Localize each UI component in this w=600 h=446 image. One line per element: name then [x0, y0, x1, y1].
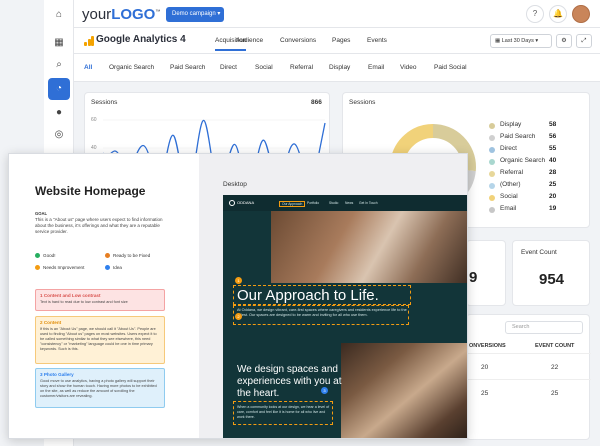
- ga-toolbar: Google Analytics 4 Acquisition Audience …: [74, 28, 600, 54]
- channel-referral[interactable]: Referral: [290, 64, 313, 71]
- channel-paid-social[interactable]: Paid Social: [434, 64, 467, 71]
- col-header[interactable]: ONVERSIONS: [469, 343, 506, 349]
- legend-dot: [489, 135, 495, 141]
- tab-events[interactable]: Events: [367, 37, 387, 44]
- legend-dot: [489, 195, 495, 201]
- annotation-pin[interactable]: 3: [321, 387, 328, 394]
- channel-organic-search[interactable]: Organic Search: [109, 64, 154, 71]
- legend-dot: [489, 171, 495, 177]
- channel-paid-search[interactable]: Paid Search: [170, 64, 205, 71]
- search-icon[interactable]: ⌕: [52, 58, 66, 72]
- tab-audience[interactable]: Audience: [236, 37, 263, 44]
- annotation-pin[interactable]: 2: [235, 313, 242, 320]
- legend-item[interactable]: Email 19: [489, 205, 569, 215]
- channel-social[interactable]: Social: [255, 64, 273, 71]
- note-photo-gallery[interactable]: 3 Photo Gallery Good move to use analyti…: [35, 368, 165, 408]
- tab-pages[interactable]: Pages: [332, 37, 350, 44]
- key-improve: Needs Improvement: [35, 265, 84, 270]
- hero-photo: [271, 211, 467, 283]
- donut-legend: Display 58 Paid Search 56 Direct 55 Organic…: [489, 121, 579, 221]
- sub-text: When a community looks at our design, we…: [237, 405, 330, 419]
- site-nav-item[interactable]: Get In Touch: [359, 201, 378, 205]
- key-idea: Idea: [105, 265, 122, 270]
- legend-item[interactable]: Organic Search 40: [489, 157, 569, 167]
- chat-icon[interactable]: ●: [52, 106, 66, 120]
- sub-heading: We design spaces and experiences with yo…: [237, 364, 342, 399]
- channel-filter-bar: All Organic Search Paid Search Direct So…: [74, 54, 600, 82]
- top-header: yourLOGO™ Demo campaign ▾ ? 🔔: [74, 0, 600, 28]
- campaign-dropdown[interactable]: Demo campaign ▾: [166, 7, 224, 22]
- legend-item[interactable]: Paid Search 56: [489, 133, 569, 143]
- key-good: Good!: [35, 253, 56, 258]
- table-cell: 20: [481, 364, 489, 371]
- kpi-card: 9: [466, 240, 506, 306]
- share-button[interactable]: ⤢: [576, 34, 592, 48]
- site-nav-item[interactable]: Portfolio: [307, 201, 319, 205]
- ga-title: Google Analytics 4: [96, 34, 186, 45]
- help-icon[interactable]: ?: [526, 5, 544, 23]
- target-icon[interactable]: ◎: [52, 128, 66, 142]
- event-count-value: 954: [539, 271, 565, 288]
- note-content[interactable]: 2 Content If this is an "About Us" page,…: [35, 316, 165, 364]
- google-analytics-icon: [84, 36, 94, 46]
- legend-item[interactable]: Social 20: [489, 193, 569, 203]
- desktop-label: Desktop: [223, 181, 247, 188]
- analytics-icon[interactable]: ◔: [48, 78, 70, 100]
- secondary-photo: [341, 343, 467, 438]
- dashboard-app: ⌂ ▦ ⌕ ◔ ● ◎ yourLOGO™ Demo campaign ▾ ? …: [0, 0, 600, 446]
- legend-dot: [489, 207, 495, 213]
- legend-dot: [489, 159, 495, 165]
- channel-direct[interactable]: Direct: [220, 64, 237, 71]
- legend-item[interactable]: (Other) 25: [489, 181, 569, 191]
- site-nav-item[interactable]: Our Approach: [279, 201, 306, 207]
- notification-bell-icon[interactable]: 🔔: [549, 5, 567, 23]
- card-title: Sessions: [349, 99, 376, 106]
- website-preview: ODDANA Our Approach Portfolio Studio New…: [223, 195, 467, 438]
- events-table-card: Search ONVERSIONS EVENT COUNT 20 22 25 2…: [466, 314, 591, 440]
- site-navbar: ODDANA Our Approach Portfolio Studio New…: [223, 195, 467, 211]
- channel-all[interactable]: All: [84, 64, 92, 71]
- table-cell: 25: [481, 390, 489, 397]
- legend-item[interactable]: Direct 55: [489, 145, 569, 155]
- annotation-pin[interactable]: 1: [235, 277, 242, 284]
- legend-item[interactable]: Referral 28: [489, 169, 569, 179]
- hero-text: At Oddana, we design vibrant, care-first…: [237, 308, 407, 317]
- card-title: Event Count: [521, 249, 557, 256]
- table-cell: 25: [551, 390, 559, 397]
- website-review-panel: Website Homepage GOAL This is a "About u…: [8, 153, 468, 439]
- legend-dot: [489, 123, 495, 129]
- tab-conversions[interactable]: Conversions: [280, 37, 316, 44]
- col-header[interactable]: EVENT COUNT: [535, 343, 574, 349]
- review-notes-column: Website Homepage GOAL This is a "About u…: [9, 154, 199, 438]
- table-cell: 22: [551, 364, 559, 371]
- site-nav-item[interactable]: Studio: [329, 201, 338, 205]
- legend-item[interactable]: Display 58: [489, 121, 569, 131]
- calendar-icon: ▦: [495, 38, 501, 44]
- table-search-input[interactable]: Search: [505, 321, 583, 334]
- key-fix: Ready to be Fixed: [105, 253, 150, 258]
- brand-logo[interactable]: yourLOGO™: [82, 6, 160, 23]
- chevron-down-icon: ▾: [535, 38, 539, 44]
- hero-heading: Our Approach to Life.: [237, 287, 379, 304]
- date-range-button[interactable]: ▦ Last 30 Days ▾: [490, 34, 552, 48]
- channel-video[interactable]: Video: [400, 64, 417, 71]
- goal-text: This is a "About us" page where users ex…: [35, 217, 163, 234]
- note-contrast[interactable]: 1 Content and Low contrast Text is hard …: [35, 289, 165, 311]
- channel-email[interactable]: Email: [368, 64, 384, 71]
- legend-dot: [489, 183, 495, 189]
- goal-label: GOAL: [35, 211, 48, 216]
- channel-display[interactable]: Display: [329, 64, 350, 71]
- site-logo[interactable]: ODDANA: [229, 200, 254, 206]
- chevron-down-icon: ▾: [217, 11, 221, 17]
- event-count-card: Event Count 954: [512, 240, 590, 306]
- kpi-value: 9: [469, 269, 478, 286]
- site-nav-item[interactable]: News: [345, 201, 353, 205]
- settings-button[interactable]: ⚙: [556, 34, 572, 48]
- legend-dot: [489, 147, 495, 153]
- user-avatar[interactable]: [572, 5, 590, 23]
- review-title: Website Homepage: [35, 184, 146, 198]
- grid-icon[interactable]: ▦: [52, 36, 66, 50]
- home-icon[interactable]: ⌂: [52, 8, 66, 22]
